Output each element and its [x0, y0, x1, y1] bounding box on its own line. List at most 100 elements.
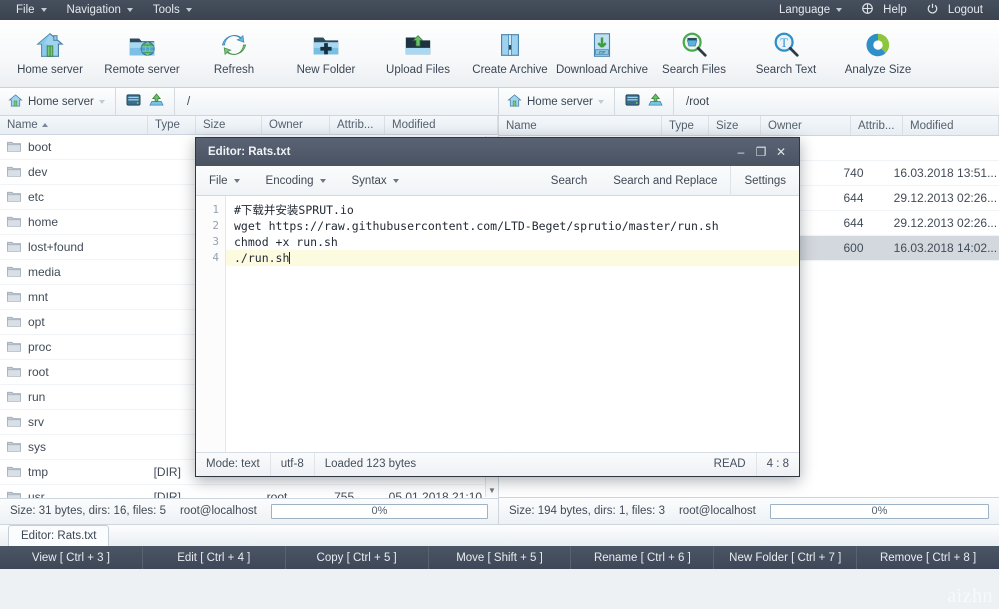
left-col-type[interactable]: Type: [148, 116, 196, 135]
chevron-down-icon: [392, 178, 399, 183]
right-col-modified[interactable]: Modified: [903, 116, 999, 135]
text-caret: [289, 252, 291, 264]
maximize-icon[interactable]: ❐: [751, 145, 771, 159]
fkey-remove[interactable]: Remove [ Ctrl + 8 ]: [857, 546, 999, 569]
cell-name: run: [0, 390, 148, 405]
right-progress-bar: 0%: [769, 503, 989, 519]
right-col-size[interactable]: Size: [709, 116, 761, 135]
chevron-down-icon: [233, 178, 240, 183]
toolbar-new-folder[interactable]: New Folder: [280, 25, 372, 85]
left-pathbar: Home server /: [0, 87, 498, 116]
toolbar-remote-server[interactable]: Remote server: [96, 25, 188, 85]
line-number: 1: [212, 203, 219, 216]
editor-text-area[interactable]: 1 2 3 4 #下载并安装SPRUT.io wget https://raw.gith…: [196, 196, 799, 452]
editor-code-content[interactable]: #下载并安装SPRUT.io wget https://raw.githubuse…: [226, 196, 799, 452]
left-server-selector[interactable]: Home server: [0, 87, 116, 116]
server-disk-icon[interactable]: [625, 93, 640, 110]
help-circle-icon: [862, 3, 874, 17]
fkey-rename[interactable]: Rename [ Ctrl + 6 ]: [571, 546, 715, 569]
left-column-headers: Name Type Size Owner Attrib... Modified: [0, 116, 498, 136]
editor-dialog-titlebar[interactable]: Editor: Rats.txt – ❐ ✕: [196, 138, 799, 166]
editor-menu-file-label: File: [209, 174, 228, 187]
server-disk-icon[interactable]: [126, 93, 141, 110]
editor-search-and-replace-button[interactable]: Search and Replace: [600, 166, 730, 196]
fkey-move[interactable]: Move [ Shift + 5 ]: [429, 546, 572, 569]
menu-navigation[interactable]: Navigation: [57, 0, 143, 20]
menu-language[interactable]: Language: [769, 0, 852, 20]
left-progress-value: 0%: [371, 505, 388, 518]
minimize-icon[interactable]: –: [731, 145, 751, 159]
fkey-edit[interactable]: Edit [ Ctrl + 4 ]: [143, 546, 286, 569]
right-col-type[interactable]: Type: [662, 116, 709, 135]
toolbar-download-archive[interactable]: ZIP Download Archive: [556, 25, 648, 85]
cell-name: lost+found: [0, 240, 148, 255]
upload-files-icon: [403, 30, 433, 60]
toolbar-search-text[interactable]: T Search Text: [740, 25, 832, 85]
left-col-owner[interactable]: Owner: [262, 116, 330, 135]
toolbar-search-files[interactable]: Search Files: [648, 25, 740, 85]
menu-tools-label: Tools: [152, 4, 180, 16]
toolbar-home-server[interactable]: Home server: [4, 25, 96, 85]
editor-menu-syntax[interactable]: Syntax: [339, 166, 412, 196]
scroll-down-icon[interactable]: ▼: [486, 483, 498, 497]
left-path-text[interactable]: /: [175, 96, 190, 108]
upload-arrow-icon[interactable]: [149, 93, 164, 110]
close-icon[interactable]: ✕: [771, 145, 791, 159]
code-line[interactable]: wget https://raw.githubusercontent.com/L…: [226, 218, 799, 234]
menu-tools[interactable]: Tools: [143, 0, 202, 20]
left-statusbar: Size: 31 bytes, dirs: 16, files: 5 root@…: [0, 497, 498, 524]
left-col-name[interactable]: Name: [0, 116, 148, 135]
code-line[interactable]: chmod +x run.sh: [226, 234, 799, 250]
left-progress-bar: 0%: [270, 503, 488, 519]
taskbar-item-editor[interactable]: Editor: Rats.txt: [8, 525, 110, 546]
table-row[interactable]: usr [DIR] root 755 05.01.2018 21:10...: [0, 485, 498, 498]
right-col-name[interactable]: Name: [499, 116, 662, 135]
search-text-icon: T: [771, 30, 801, 60]
toolbar-create-archive[interactable]: Create Archive: [464, 25, 556, 85]
right-col-attrib[interactable]: Attrib...: [851, 116, 903, 135]
cell-name-label: usr: [28, 490, 45, 498]
line-number: 3: [212, 235, 219, 248]
menu-file[interactable]: File: [6, 0, 57, 20]
cell-name-label: run: [28, 390, 46, 405]
right-col-owner[interactable]: Owner: [761, 116, 851, 135]
watermark-text: aizhn: [947, 585, 993, 607]
code-line[interactable]: #下载并安装SPRUT.io: [226, 202, 799, 218]
cell-name: boot: [0, 140, 148, 155]
toolbar-refresh[interactable]: Refresh: [188, 25, 280, 85]
cell-type: [DIR]: [153, 490, 181, 498]
cell-name-label: boot: [28, 140, 52, 155]
folder-icon: [7, 290, 21, 305]
editor-settings-button[interactable]: Settings: [731, 166, 799, 196]
menu-help[interactable]: Help: [852, 0, 917, 20]
toolbar-remote-server-label: Remote server: [104, 64, 180, 76]
right-server-selector[interactable]: Home server: [499, 87, 615, 116]
editor-status-cursor: 4 : 8: [766, 458, 789, 470]
home-icon: [8, 93, 23, 111]
new-folder-icon: [311, 30, 341, 60]
right-progress-value: 0%: [871, 505, 888, 517]
toolbar-analyze-size[interactable]: Analyze Size: [832, 25, 924, 85]
fkey-new-folder[interactable]: New Folder [ Ctrl + 7 ]: [714, 546, 858, 569]
upload-arrow-icon[interactable]: [648, 93, 663, 110]
code-line[interactable]: ./run.sh: [226, 250, 799, 266]
right-path-text[interactable]: /root: [674, 96, 709, 108]
left-col-attrib[interactable]: Attrib...: [330, 116, 385, 135]
cell-name-label: etc: [28, 190, 45, 205]
cell-modified: 16.03.2018 14:02...: [893, 241, 998, 255]
cell-name: usr: [0, 490, 147, 498]
chevron-down-icon: [836, 8, 843, 12]
sort-ascending-icon: [41, 123, 48, 128]
cell-attrib: 644: [843, 191, 864, 205]
editor-statusbar: Mode: text utf-8 Loaded 123 bytes READ 4…: [196, 452, 799, 476]
fkey-copy[interactable]: Copy [ Ctrl + 5 ]: [286, 546, 429, 569]
editor-search-button[interactable]: Search: [538, 166, 600, 196]
menu-logout[interactable]: Logout: [917, 0, 993, 20]
toolbar-upload-files[interactable]: Upload Files: [372, 25, 464, 85]
left-col-size[interactable]: Size: [196, 116, 262, 135]
editor-menu-file[interactable]: File: [196, 166, 253, 196]
left-col-modified[interactable]: Modified: [385, 116, 498, 135]
main-menubar: File Navigation Tools Language Help Logo…: [0, 0, 999, 20]
editor-menu-encoding[interactable]: Encoding: [253, 166, 339, 196]
fkey-view[interactable]: View [ Ctrl + 3 ]: [0, 546, 143, 569]
